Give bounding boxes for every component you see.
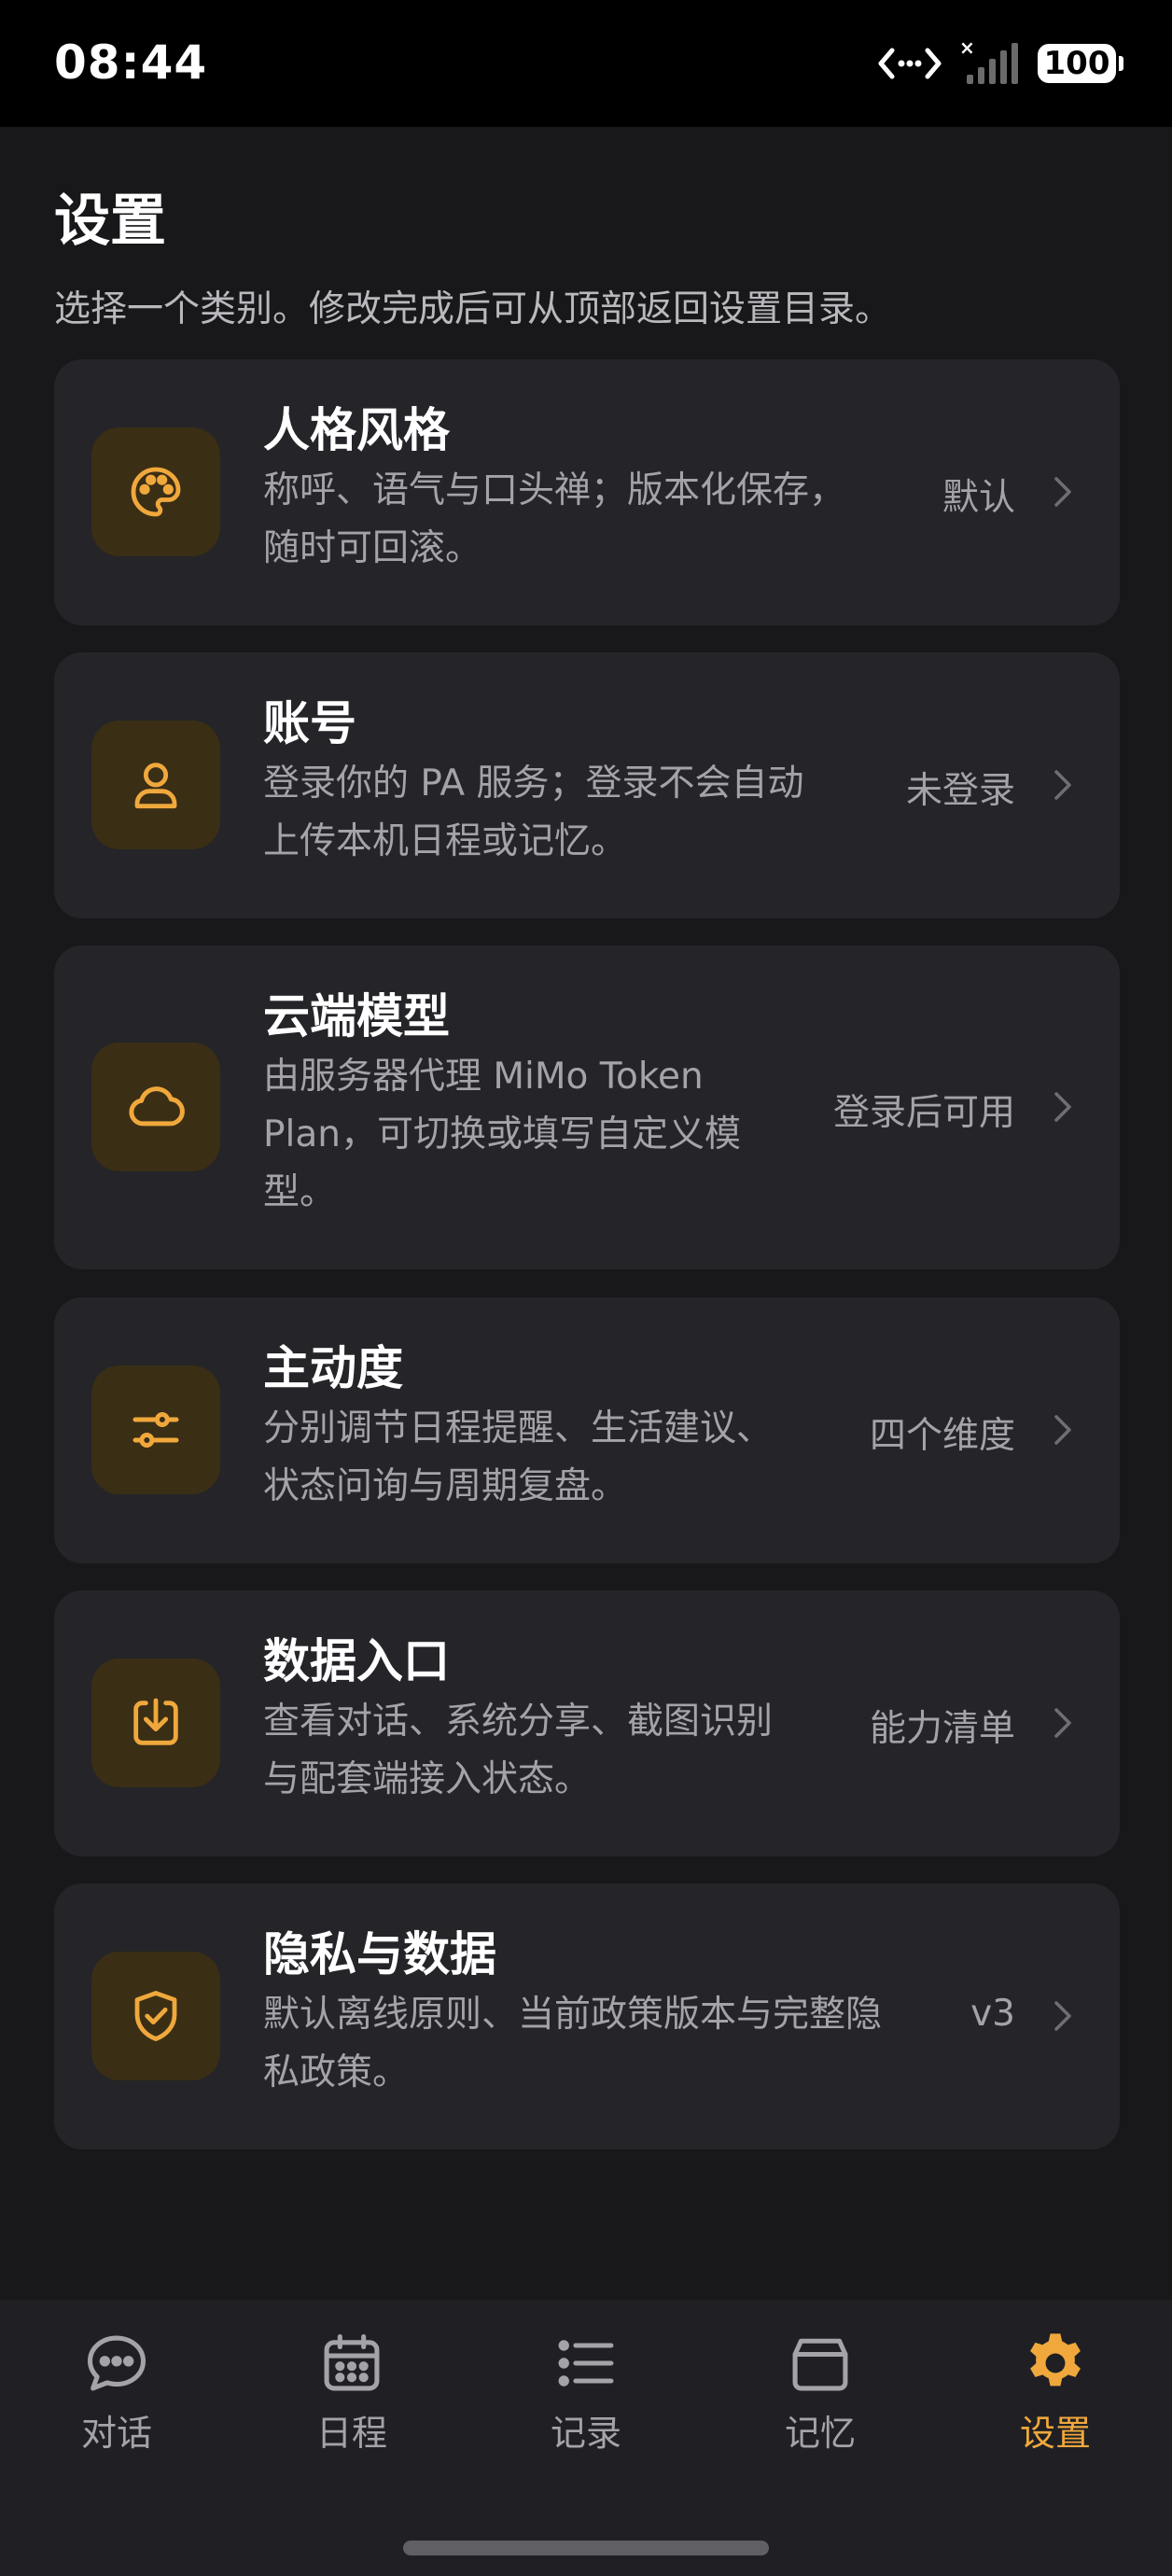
card-description: 查看对话、系统分享、截图识别 与配套端接入状态。 [263,1701,774,1800]
card-value: 未登录 [905,770,1015,812]
settings-item-proactivity[interactable]: 主动度 分别调节日程提醒、生活建议、 状态问询与周期复盘。 四个维度 [54,1297,1120,1563]
card-description: 称呼、语气与口头禅；版本化保存， 随时可回滚。 [263,469,846,569]
card-value: 四个维度 [869,1415,1015,1457]
chevron-right-icon [1054,477,1071,507]
shield-check-icon [134,1991,177,2041]
archive-box-icon [792,2338,848,2391]
card-description: 由服务器代理 MiMo Token Plan，可切换或填写自定义模 型。 [263,1056,741,1213]
page-title: 设置 [54,189,166,254]
bottom-tab-bar: 对话 日程 记录 记忆 设置 [0,2300,1172,2576]
card-description: 登录你的 PA 服务；登录不会自动 上传本机日程或记忆。 [263,763,804,862]
settings-item-privacy[interactable]: 隐私与数据 默认离线原则、当前政策版本与完整隐 私政策。 v3 [54,1883,1120,2149]
icon-tile [91,1365,220,1494]
gear-icon [1030,2333,1081,2387]
signal-icon: × [959,41,1018,84]
settings-item-persona[interactable]: 人格风格 称呼、语气与口头禅；版本化保存， 随时可回滚。 默认 [54,359,1120,625]
chat-bubble-icon [87,2335,146,2391]
list-icon [558,2340,614,2387]
card-title: 人格风格 [263,403,450,457]
card-value: 登录后可用 [832,1092,1015,1134]
settings-item-data-entry[interactable]: 数据入口 查看对话、系统分享、截图识别 与配套端接入状态。 能力清单 [54,1590,1120,1856]
tab-label: 记录 [550,2413,621,2454]
home-indicator[interactable] [403,2541,769,2555]
palette-icon [131,467,181,517]
cloud-icon [129,1086,185,1127]
tab-memory[interactable]: 记忆 [727,2328,914,2456]
card-title: 账号 [263,696,356,750]
status-bar: 08:44 × 100 [0,0,1172,127]
calendar-icon [324,2333,380,2391]
card-description: 默认离线原则、当前政策版本与完整隐 私政策。 [263,1994,883,2093]
tab-label: 记忆 [784,2413,856,2454]
user-icon [134,763,177,809]
status-icons: × 100 [877,41,1123,86]
chevron-right-icon [1054,770,1071,800]
card-title: 主动度 [263,1341,403,1395]
chevron-right-icon [1054,1092,1071,1122]
battery-level: 100 [1043,45,1110,82]
tab-records[interactable]: 记录 [493,2328,679,2456]
download-icon [133,1698,178,1745]
tab-label: 对话 [80,2413,152,2454]
status-time: 08:44 [54,35,208,90]
tab-settings[interactable]: 设置 [962,2328,1149,2456]
card-value: 能力清单 [869,1708,1015,1750]
card-title: 云端模型 [263,989,450,1043]
icon-tile [91,1659,220,1787]
card-description: 分别调节日程提醒、生活建议、 状态问询与周期复盘。 [263,1407,774,1507]
settings-item-account[interactable]: 账号 登录你的 PA 服务；登录不会自动 上传本机日程或记忆。 未登录 [54,652,1120,918]
chevron-right-icon [1054,2001,1071,2031]
chevron-right-icon [1054,1415,1071,1445]
chevron-right-icon [1054,1708,1071,1738]
icon-tile [91,1952,220,2080]
icon-tile [91,1043,220,1171]
page-subtitle: 选择一个类别。修改完成后可从顶部返回设置目录。 [54,288,892,330]
vpn-arrows-icon [878,48,942,79]
card-value: 默认 [942,477,1015,519]
battery-indicator: 100 [1038,44,1123,83]
tab-schedule[interactable]: 日程 [258,2328,445,2456]
card-value: v3 [970,1993,1015,2035]
icon-tile [91,721,220,849]
tab-chat[interactable]: 对话 [23,2328,210,2456]
tab-label: 日程 [315,2413,387,2454]
sliders-icon [133,1412,179,1448]
settings-item-cloud-model[interactable]: 云端模型 由服务器代理 MiMo Token Plan，可切换或填写自定义模 型… [54,945,1120,1269]
svg-text:×: × [959,41,975,59]
tab-label: 设置 [1019,2413,1091,2454]
card-title: 隐私与数据 [263,1927,496,1981]
icon-tile [91,427,220,556]
card-title: 数据入口 [263,1634,450,1688]
